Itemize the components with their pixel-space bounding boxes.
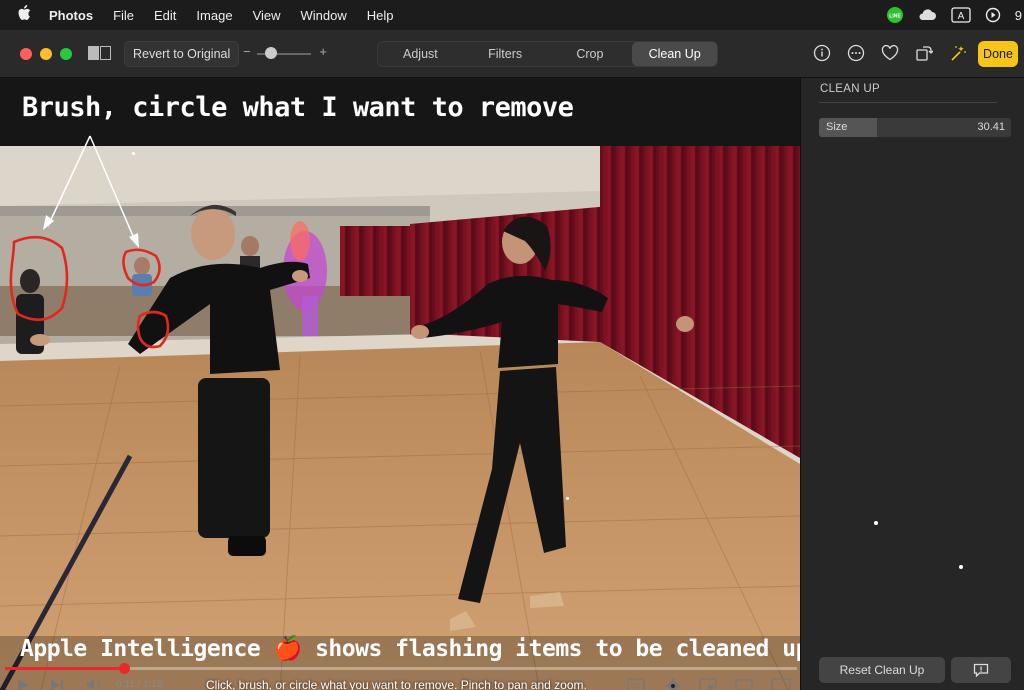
edit-mode-tabs: Adjust Filters Crop Clean Up — [377, 41, 718, 67]
divider — [819, 102, 997, 103]
line-app-icon[interactable]: LINE — [886, 7, 903, 23]
video-progress-fill — [5, 667, 124, 670]
status-trailing-text: 9 — [1014, 7, 1022, 23]
menu-bar: Photos File Edit Image View Window Help … — [0, 0, 1024, 30]
zoom-knob[interactable] — [264, 47, 277, 59]
video-progress-bar[interactable] — [5, 663, 797, 674]
brush-size-slider[interactable]: Size 30.41 — [819, 118, 1011, 137]
done-button[interactable]: Done — [978, 41, 1018, 67]
video-controls: 0:11 / 1:18 Click, brush, or circle what… — [0, 660, 800, 690]
tab-adjust[interactable]: Adjust — [378, 42, 463, 66]
zoom-out-label[interactable]: − — [243, 44, 251, 59]
tab-crop[interactable]: Crop — [548, 42, 633, 66]
rotate-icon[interactable] — [914, 43, 934, 63]
annotation-arrows — [43, 135, 139, 248]
toolbar-actions — [812, 43, 968, 63]
zoom-slider[interactable]: − + — [243, 44, 327, 64]
svg-text:CC: CC — [631, 683, 641, 690]
image-canvas[interactable]: Brush, circle what I want to remove 0:11… — [0, 78, 823, 690]
menu-edit[interactable]: Edit — [154, 8, 176, 23]
menu-file[interactable]: File — [113, 8, 134, 23]
clean-up-hint: Click, brush, or circle what you want to… — [206, 678, 587, 690]
video-scrubber[interactable] — [118, 663, 130, 674]
brush-size-label: Size — [826, 121, 848, 133]
toolbar: Revert to Original − + Adjust Filters Cr… — [0, 30, 1024, 78]
tab-clean-up[interactable]: Clean Up — [632, 42, 717, 66]
magic-wand-icon[interactable] — [948, 43, 968, 63]
info-icon[interactable] — [812, 43, 832, 63]
heart-icon[interactable] — [880, 43, 900, 63]
video-time: 0:11 / 1:18 — [116, 679, 163, 690]
input-source-icon[interactable]: A — [951, 7, 971, 23]
tab-filters[interactable]: Filters — [463, 42, 548, 66]
reset-clean-up-button[interactable]: Reset Clean Up — [819, 657, 945, 683]
annotation-bottom: Apple Intelligence 🍎 shows flashing item… — [20, 636, 823, 662]
clean-up-sidebar: CLEAN UP Size 30.41 Reset Clean Up — [800, 78, 1024, 690]
menu-photos[interactable]: Photos — [49, 8, 93, 23]
sparkle-dot — [566, 497, 569, 500]
close-window-button[interactable] — [20, 48, 32, 60]
sparkle-dot — [959, 565, 963, 569]
feedback-icon — [973, 663, 989, 677]
menu-window[interactable]: Window — [301, 8, 347, 23]
status-area: LINE A 9 — [886, 0, 1024, 30]
menu-help[interactable]: Help — [367, 8, 394, 23]
apple-menu-icon[interactable] — [17, 5, 35, 25]
window-controls — [20, 48, 72, 60]
icloud-icon[interactable] — [917, 9, 937, 21]
zoom-in-label[interactable]: + — [319, 44, 327, 59]
brush-size-value: 30.41 — [977, 121, 1005, 133]
feedback-button[interactable] — [951, 657, 1011, 683]
menu-view[interactable]: View — [253, 8, 281, 23]
menu-image[interactable]: Image — [196, 8, 232, 23]
play-circle-icon[interactable] — [985, 7, 1001, 23]
more-icon[interactable] — [846, 43, 866, 63]
sparkle-dot — [874, 521, 878, 525]
photos-window: Photos File Edit Image View Window Help … — [0, 0, 1024, 690]
svg-text:A: A — [957, 11, 964, 22]
minimize-window-button[interactable] — [40, 48, 52, 60]
sidebar-title: CLEAN UP — [820, 83, 880, 95]
svg-text:LINE: LINE — [889, 14, 901, 20]
revert-to-original-button[interactable]: Revert to Original — [124, 41, 240, 67]
zoom-window-button[interactable] — [60, 48, 72, 60]
compare-view-icon[interactable] — [88, 46, 112, 60]
